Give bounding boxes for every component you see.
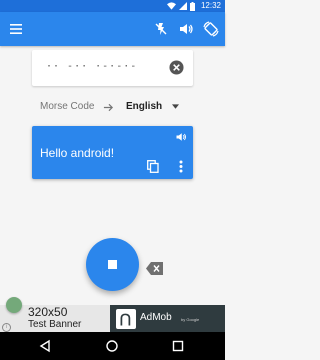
admob-logo-icon: ⋂ (116, 309, 136, 329)
arrow-right-icon (103, 103, 114, 112)
language-selector-row: Morse Code English (40, 100, 190, 116)
ad-choices-icon[interactable]: i (2, 323, 11, 332)
admob-brand-area: ⋂ AdMob by Google (110, 305, 225, 332)
back-icon[interactable] (38, 339, 52, 353)
screen-rotation-button[interactable] (203, 21, 219, 37)
app-bar-actions (153, 21, 219, 37)
battery-icon (190, 1, 195, 11)
floating-bubble[interactable] (6, 297, 22, 313)
system-nav-bar (0, 332, 225, 360)
morse-input-text[interactable]: ·· -·· ·-·-·- (46, 61, 137, 72)
ad-title: Test Banner (28, 319, 82, 330)
translation-output-card: Hello android! (32, 126, 193, 179)
more-options-icon[interactable] (179, 160, 183, 173)
signal-icon (179, 2, 187, 10)
home-icon[interactable] (105, 339, 119, 353)
stop-icon (108, 260, 117, 269)
target-language-dropdown[interactable]: English (126, 101, 162, 112)
volume-button[interactable] (178, 21, 194, 37)
dropdown-arrow-icon[interactable] (172, 104, 179, 110)
clear-input-icon[interactable] (169, 60, 184, 75)
status-time: 12:32 (200, 1, 221, 10)
recents-icon[interactable] (171, 339, 185, 353)
speaker-icon[interactable] (175, 131, 187, 143)
stop-button[interactable] (86, 238, 139, 291)
status-bar: 12:32 (0, 0, 225, 12)
copy-icon[interactable] (147, 160, 159, 173)
translation-text: Hello android! (40, 146, 115, 160)
morse-input-card[interactable]: ·· -·· ·-·-·- (32, 50, 193, 86)
menu-icon[interactable] (8, 21, 24, 37)
backspace-icon[interactable] (146, 262, 163, 275)
app-bar (0, 12, 225, 46)
volume-icon (180, 24, 193, 34)
wifi-icon (167, 2, 176, 10)
flash-off-button[interactable] (153, 21, 169, 37)
screen-rotation-icon (203, 21, 219, 37)
ad-banner[interactable]: 320x50 Test Banner i ⋂ AdMob by Google (0, 305, 225, 332)
admob-brand: AdMob (140, 312, 172, 323)
source-language: Morse Code (40, 101, 95, 112)
flash-off-icon (155, 23, 167, 35)
admob-by-google: by Google (181, 317, 200, 322)
ad-size-label: 320x50 (28, 305, 68, 319)
status-icons (167, 1, 195, 11)
